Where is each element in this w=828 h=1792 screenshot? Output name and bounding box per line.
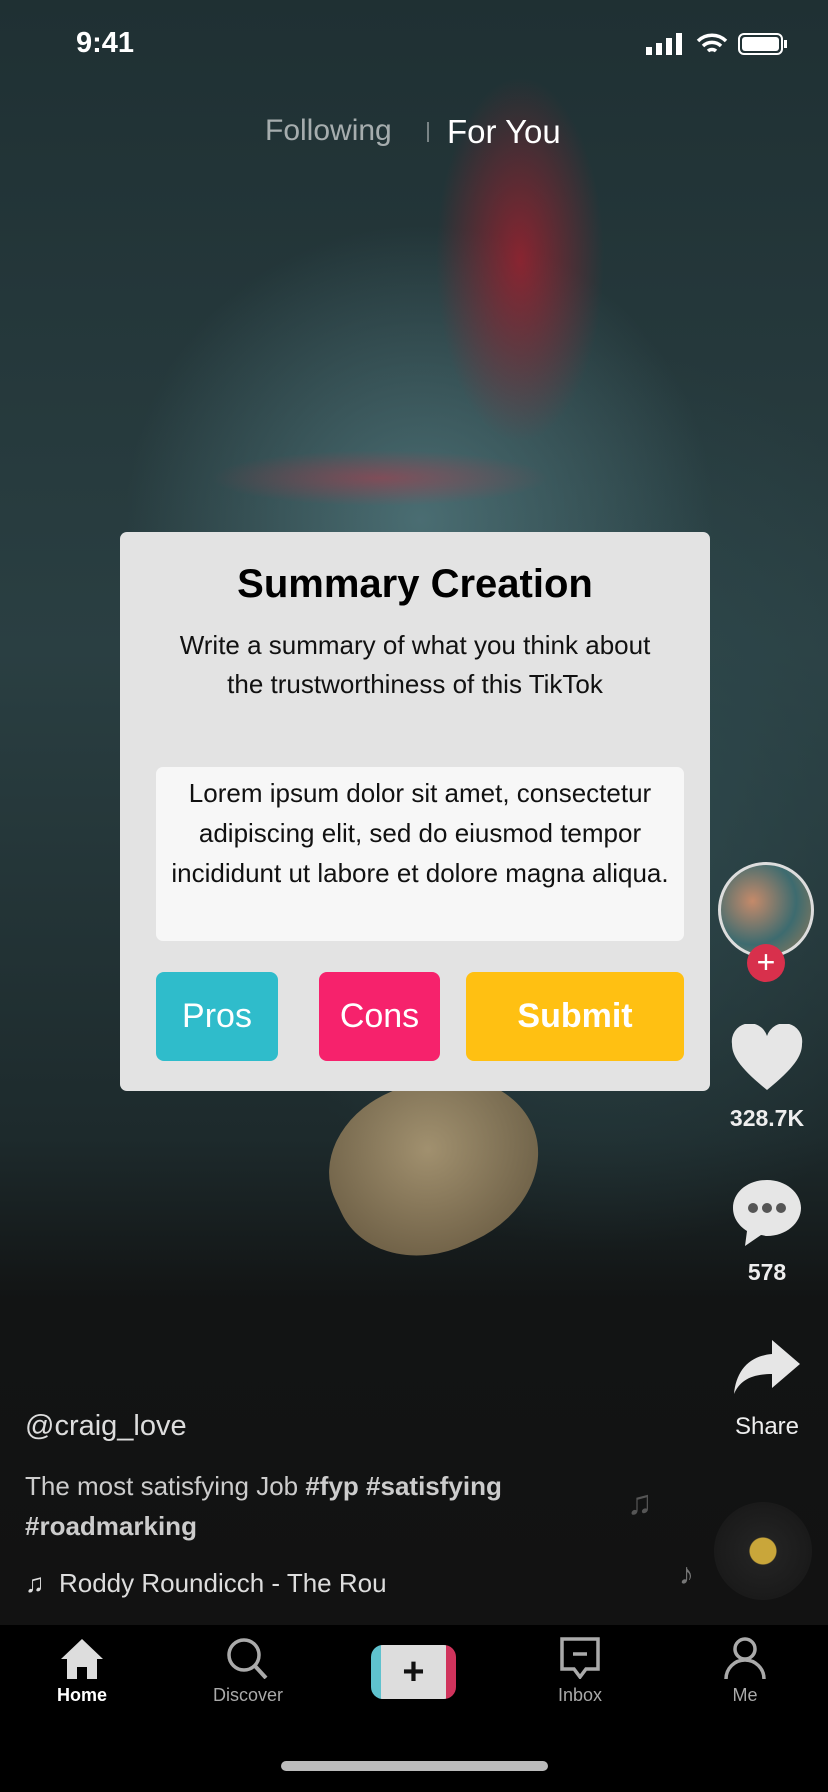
- tab-divider: [427, 122, 429, 142]
- nav-home-label: Home: [56, 1685, 107, 1705]
- tab-for-you[interactable]: For You: [447, 113, 561, 151]
- create-button[interactable]: +: [371, 1645, 456, 1699]
- music-row[interactable]: ♫ Roddy Roundicch - The Rou: [25, 1568, 387, 1599]
- nav-inbox-label: Inbox: [557, 1685, 603, 1705]
- plus-icon: +: [381, 1645, 446, 1699]
- music-title: Roddy Roundicch - The Rou: [58, 1568, 387, 1598]
- nav-me[interactable]: Me: [690, 1637, 800, 1706]
- heart-icon[interactable]: [730, 1024, 804, 1092]
- tab-following[interactable]: Following: [265, 114, 392, 148]
- caption: The most satisfying Job #fyp #satisfying…: [25, 1466, 585, 1546]
- caption-text: The most satisfying Job: [25, 1471, 306, 1501]
- follow-plus-icon[interactable]: +: [747, 944, 785, 982]
- status-time: 9:41: [76, 27, 135, 59]
- battery-icon: [738, 33, 787, 55]
- submit-button[interactable]: Submit: [466, 972, 684, 1061]
- music-disc-icon[interactable]: [714, 1502, 812, 1600]
- nav-home[interactable]: Home: [27, 1637, 137, 1706]
- nav-me-label: Me: [732, 1685, 758, 1705]
- username[interactable]: @craig_love: [25, 1410, 187, 1443]
- home-indicator: [281, 1761, 548, 1771]
- profile-icon: [724, 1637, 766, 1679]
- nav-discover-label: Discover: [212, 1685, 283, 1705]
- floating-note-icon: ♫: [627, 1484, 653, 1522]
- floating-note-icon: ♪: [679, 1558, 694, 1591]
- like-count: 328.7K: [729, 1105, 805, 1131]
- comment-icon[interactable]: [731, 1178, 803, 1248]
- summary-modal: Summary Creation Write a summary of what…: [120, 532, 710, 1091]
- pros-button[interactable]: Pros: [156, 972, 278, 1061]
- inbox-icon: [560, 1637, 600, 1679]
- status-icons: [646, 32, 788, 56]
- modal-title: Summary Creation: [237, 562, 593, 606]
- nav-inbox[interactable]: Inbox: [525, 1637, 635, 1706]
- summary-input[interactable]: Lorem ipsum dolor sit amet, consectetur …: [156, 767, 684, 941]
- share-icon[interactable]: [732, 1338, 802, 1396]
- home-icon: [61, 1639, 103, 1679]
- music-note-icon: ♫: [25, 1568, 45, 1598]
- cons-button[interactable]: Cons: [319, 972, 440, 1061]
- signal-icon: [646, 33, 682, 55]
- wifi-icon: [696, 33, 728, 53]
- hashtags[interactable]: #fyp #satisfying: [305, 1471, 502, 1501]
- hashtag-roadmarking[interactable]: #roadmarking: [25, 1511, 197, 1541]
- nav-discover[interactable]: Discover: [193, 1637, 303, 1706]
- share-label: Share: [734, 1413, 800, 1440]
- search-icon: [227, 1638, 268, 1679]
- comment-count: 578: [747, 1259, 787, 1285]
- bottom-nav: Home Discover + Inbox Me: [0, 1625, 828, 1792]
- modal-description: Write a summary of what you think about …: [179, 630, 651, 699]
